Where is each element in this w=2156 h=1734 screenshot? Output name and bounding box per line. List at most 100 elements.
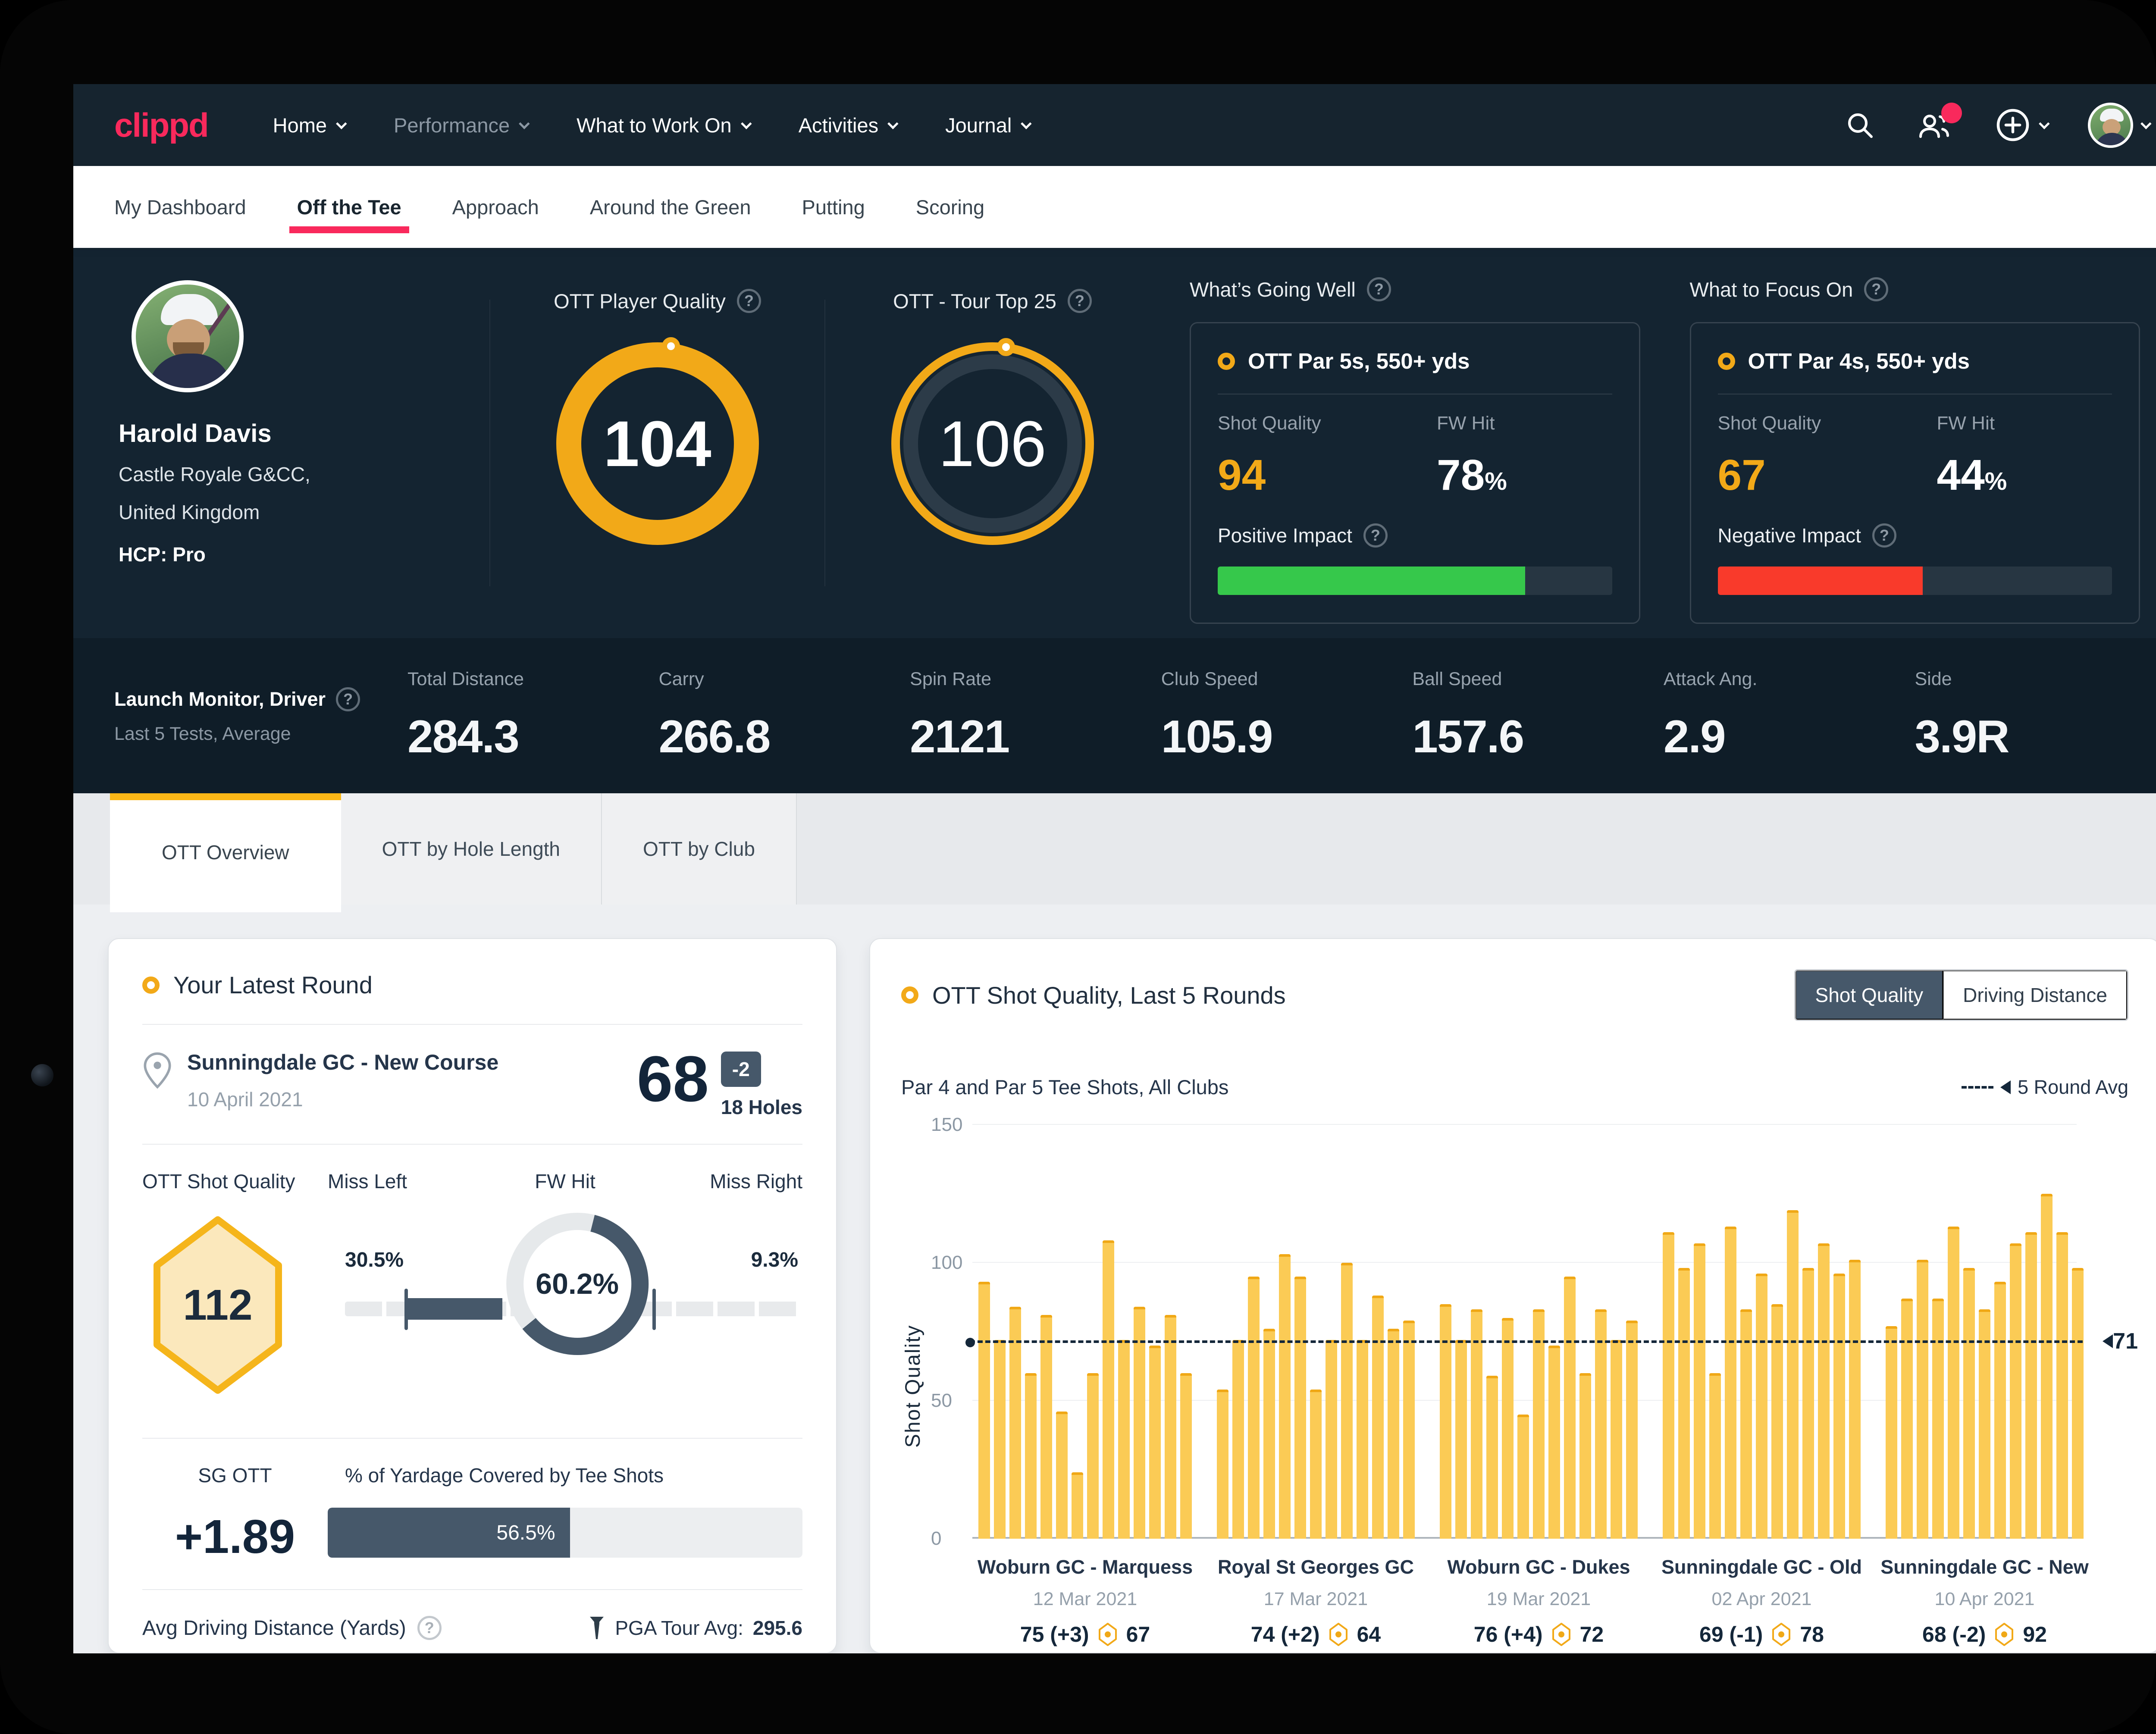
shot-bar[interactable] (1056, 1412, 1068, 1539)
shot-bar[interactable] (1932, 1299, 1944, 1539)
shot-bar[interactable] (1740, 1309, 1752, 1539)
shot-bar[interactable] (1326, 1340, 1337, 1539)
shot-bar[interactable] (994, 1340, 1006, 1539)
shot-bar[interactable] (1471, 1309, 1482, 1539)
help-icon[interactable]: ? (1068, 289, 1092, 313)
add-button[interactable] (1994, 106, 2047, 144)
shot-bar[interactable] (1963, 1268, 1975, 1539)
shot-bar[interactable] (1217, 1390, 1228, 1539)
subnav-scoring[interactable]: Scoring (916, 166, 984, 248)
shot-bar[interactable] (1802, 1268, 1814, 1539)
shot-bar[interactable] (1886, 1326, 1897, 1539)
shot-bar[interactable] (1694, 1243, 1705, 1539)
nav-item-journal[interactable]: Journal (945, 113, 1029, 137)
shot-bar[interactable] (1548, 1346, 1560, 1539)
shot-bar[interactable] (1994, 1282, 2006, 1539)
shot-bar[interactable] (1901, 1299, 1913, 1539)
shot-bar[interactable] (1533, 1309, 1545, 1539)
shot-bar[interactable] (1725, 1227, 1736, 1539)
shot-bar[interactable] (978, 1282, 990, 1539)
toggle-shot-quality[interactable]: Shot Quality (1796, 970, 1943, 1020)
round-course[interactable]: Sunningdale GC - New Course (187, 1050, 498, 1075)
x-course[interactable]: Woburn GC - Dukes (1447, 1556, 1630, 1578)
shot-bar[interactable] (2056, 1232, 2068, 1539)
friends-icon[interactable] (1916, 110, 1953, 141)
x-course[interactable]: Sunningdale GC - Old (1661, 1556, 1862, 1578)
shot-bar[interactable] (1709, 1373, 1721, 1539)
subnav-off-the-tee[interactable]: Off the Tee (297, 166, 401, 248)
shot-bar[interactable] (1579, 1373, 1591, 1539)
shot-bar[interactable] (1180, 1373, 1192, 1539)
tab-ott-by-hole-length[interactable]: OTT by Hole Length (341, 793, 602, 905)
shot-bar[interactable] (1787, 1210, 1799, 1539)
shot-bar[interactable] (1232, 1340, 1244, 1539)
shot-bar[interactable] (1279, 1254, 1291, 1539)
tab-ott-overview[interactable]: OTT Overview (110, 793, 341, 905)
nav-item-home[interactable]: Home (273, 113, 344, 137)
shot-bar[interactable] (1440, 1304, 1451, 1539)
x-course[interactable]: Royal St Georges GC (1218, 1556, 1414, 1578)
shot-bar[interactable] (1595, 1309, 1607, 1539)
shot-bar[interactable] (1087, 1373, 1099, 1539)
shot-bar[interactable] (1663, 1232, 1674, 1539)
shot-bar[interactable] (1372, 1296, 1384, 1539)
search-icon[interactable] (1844, 110, 1875, 141)
profile-menu[interactable] (2088, 103, 2149, 148)
help-icon[interactable]: ? (737, 289, 761, 313)
shot-bar[interactable] (1678, 1268, 1690, 1539)
shot-bar[interactable] (1486, 1376, 1498, 1539)
subnav-around-the-green[interactable]: Around the Green (590, 166, 751, 248)
shot-bar[interactable] (1917, 1260, 1928, 1539)
shot-bar[interactable] (1357, 1340, 1368, 1539)
shot-bar[interactable] (1165, 1315, 1176, 1539)
shot-bar[interactable] (1771, 1304, 1783, 1539)
shot-bar[interactable] (1517, 1415, 1529, 1539)
shot-bar[interactable] (1072, 1472, 1083, 1539)
shot-bar[interactable] (1149, 1346, 1161, 1539)
shot-bar[interactable] (1818, 1243, 1830, 1539)
help-icon[interactable]: ? (417, 1616, 442, 1640)
shot-bar[interactable] (2025, 1232, 2037, 1539)
clippd-logo[interactable]: clippd (114, 106, 208, 145)
help-icon[interactable]: ? (336, 687, 360, 711)
shot-bar[interactable] (1502, 1318, 1514, 1539)
help-icon[interactable]: ? (1872, 523, 1896, 548)
tab-ott-by-club[interactable]: OTT by Club (602, 793, 797, 905)
shot-bar[interactable] (1833, 1274, 1845, 1539)
x-course[interactable]: Sunningdale GC - New (1880, 1556, 2089, 1578)
shot-bar[interactable] (1756, 1274, 1767, 1539)
shot-bar[interactable] (1403, 1321, 1415, 1539)
subnav-putting[interactable]: Putting (802, 166, 865, 248)
subnav-my-dashboard[interactable]: My Dashboard (114, 166, 246, 248)
shot-bar[interactable] (1040, 1315, 1052, 1539)
shot-bar[interactable] (1979, 1309, 1990, 1539)
shot-bar[interactable] (1025, 1373, 1037, 1539)
toggle-driving-distance[interactable]: Driving Distance (1943, 970, 2127, 1020)
shot-bar[interactable] (1118, 1340, 1130, 1539)
subnav-approach[interactable]: Approach (452, 166, 539, 248)
shot-bar[interactable] (2072, 1268, 2084, 1539)
help-icon[interactable]: ? (1864, 277, 1888, 301)
help-icon[interactable]: ? (1363, 523, 1388, 548)
shot-bar[interactable] (1948, 1227, 1959, 1539)
shot-bar[interactable] (1263, 1329, 1275, 1539)
nav-item-what-to-work-on[interactable]: What to Work On (577, 113, 749, 137)
shot-bar[interactable] (1103, 1240, 1114, 1539)
help-icon[interactable]: ? (1367, 277, 1391, 301)
shot-bar[interactable] (1849, 1260, 1861, 1539)
shot-bar[interactable] (1248, 1277, 1260, 1539)
shot-bar[interactable] (1310, 1390, 1322, 1539)
shot-bar[interactable] (1294, 1277, 1306, 1539)
shot-bar[interactable] (1611, 1340, 1622, 1539)
shot-bar[interactable] (1341, 1263, 1353, 1539)
nav-item-activities[interactable]: Activities (799, 113, 896, 137)
nav-item-performance[interactable]: Performance (394, 113, 527, 137)
shot-bar[interactable] (1564, 1277, 1576, 1539)
positive-impact-bar (1218, 567, 1612, 595)
x-course[interactable]: Woburn GC - Marquess (978, 1556, 1193, 1578)
shot-bar[interactable] (1388, 1329, 1399, 1539)
shot-bar[interactable] (2010, 1243, 2021, 1539)
shot-bar[interactable] (2041, 1194, 2053, 1539)
shot-bar[interactable] (1455, 1340, 1467, 1539)
shot-bar[interactable] (1626, 1321, 1638, 1539)
